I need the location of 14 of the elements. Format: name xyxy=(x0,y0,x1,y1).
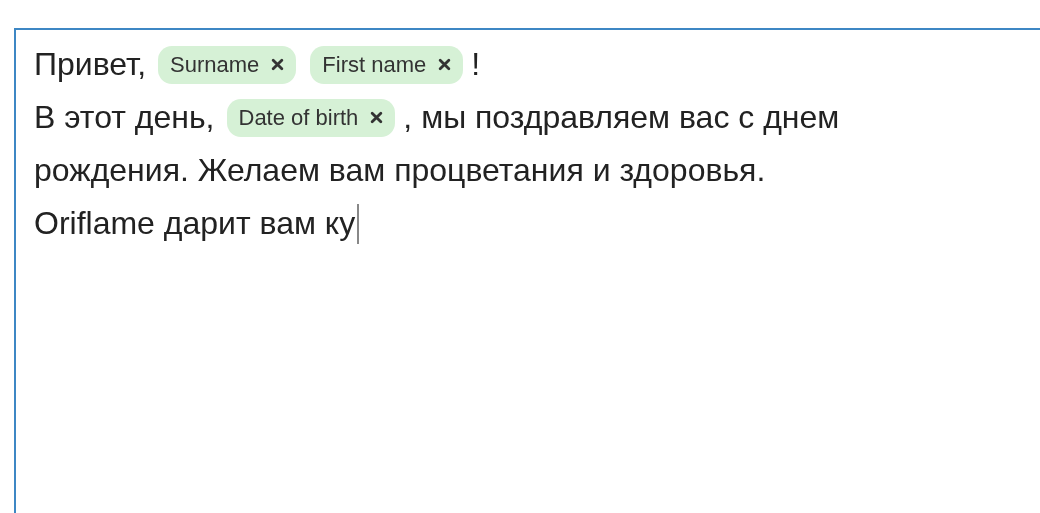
editor-text: В этот день, xyxy=(34,99,215,136)
editor-text: рождения. Желаем вам процветания и здоровья. xyxy=(34,152,766,189)
close-icon[interactable] xyxy=(370,111,384,124)
close-icon[interactable] xyxy=(438,58,452,71)
editor-text: Привет, xyxy=(34,46,147,83)
editor-text: Oriflame дарит вам ку xyxy=(34,205,356,242)
text-cursor xyxy=(357,203,360,244)
variable-tag[interactable]: Surname xyxy=(158,45,297,84)
close-icon[interactable] xyxy=(271,58,285,71)
editor-text: , мы поздравляем вас с днем xyxy=(403,99,840,136)
variable-tag[interactable]: Date of birth xyxy=(226,98,396,137)
variable-tag[interactable]: First name xyxy=(310,45,464,84)
editor-text: ! xyxy=(471,46,481,83)
text-editor[interactable]: Привет, Surname First name ! В этот день, Date of birth , мы поздравляем вас с днем рождения. Желаем вам процветания и здоровья. Oriflame дарит вам ку xyxy=(14,28,1040,513)
